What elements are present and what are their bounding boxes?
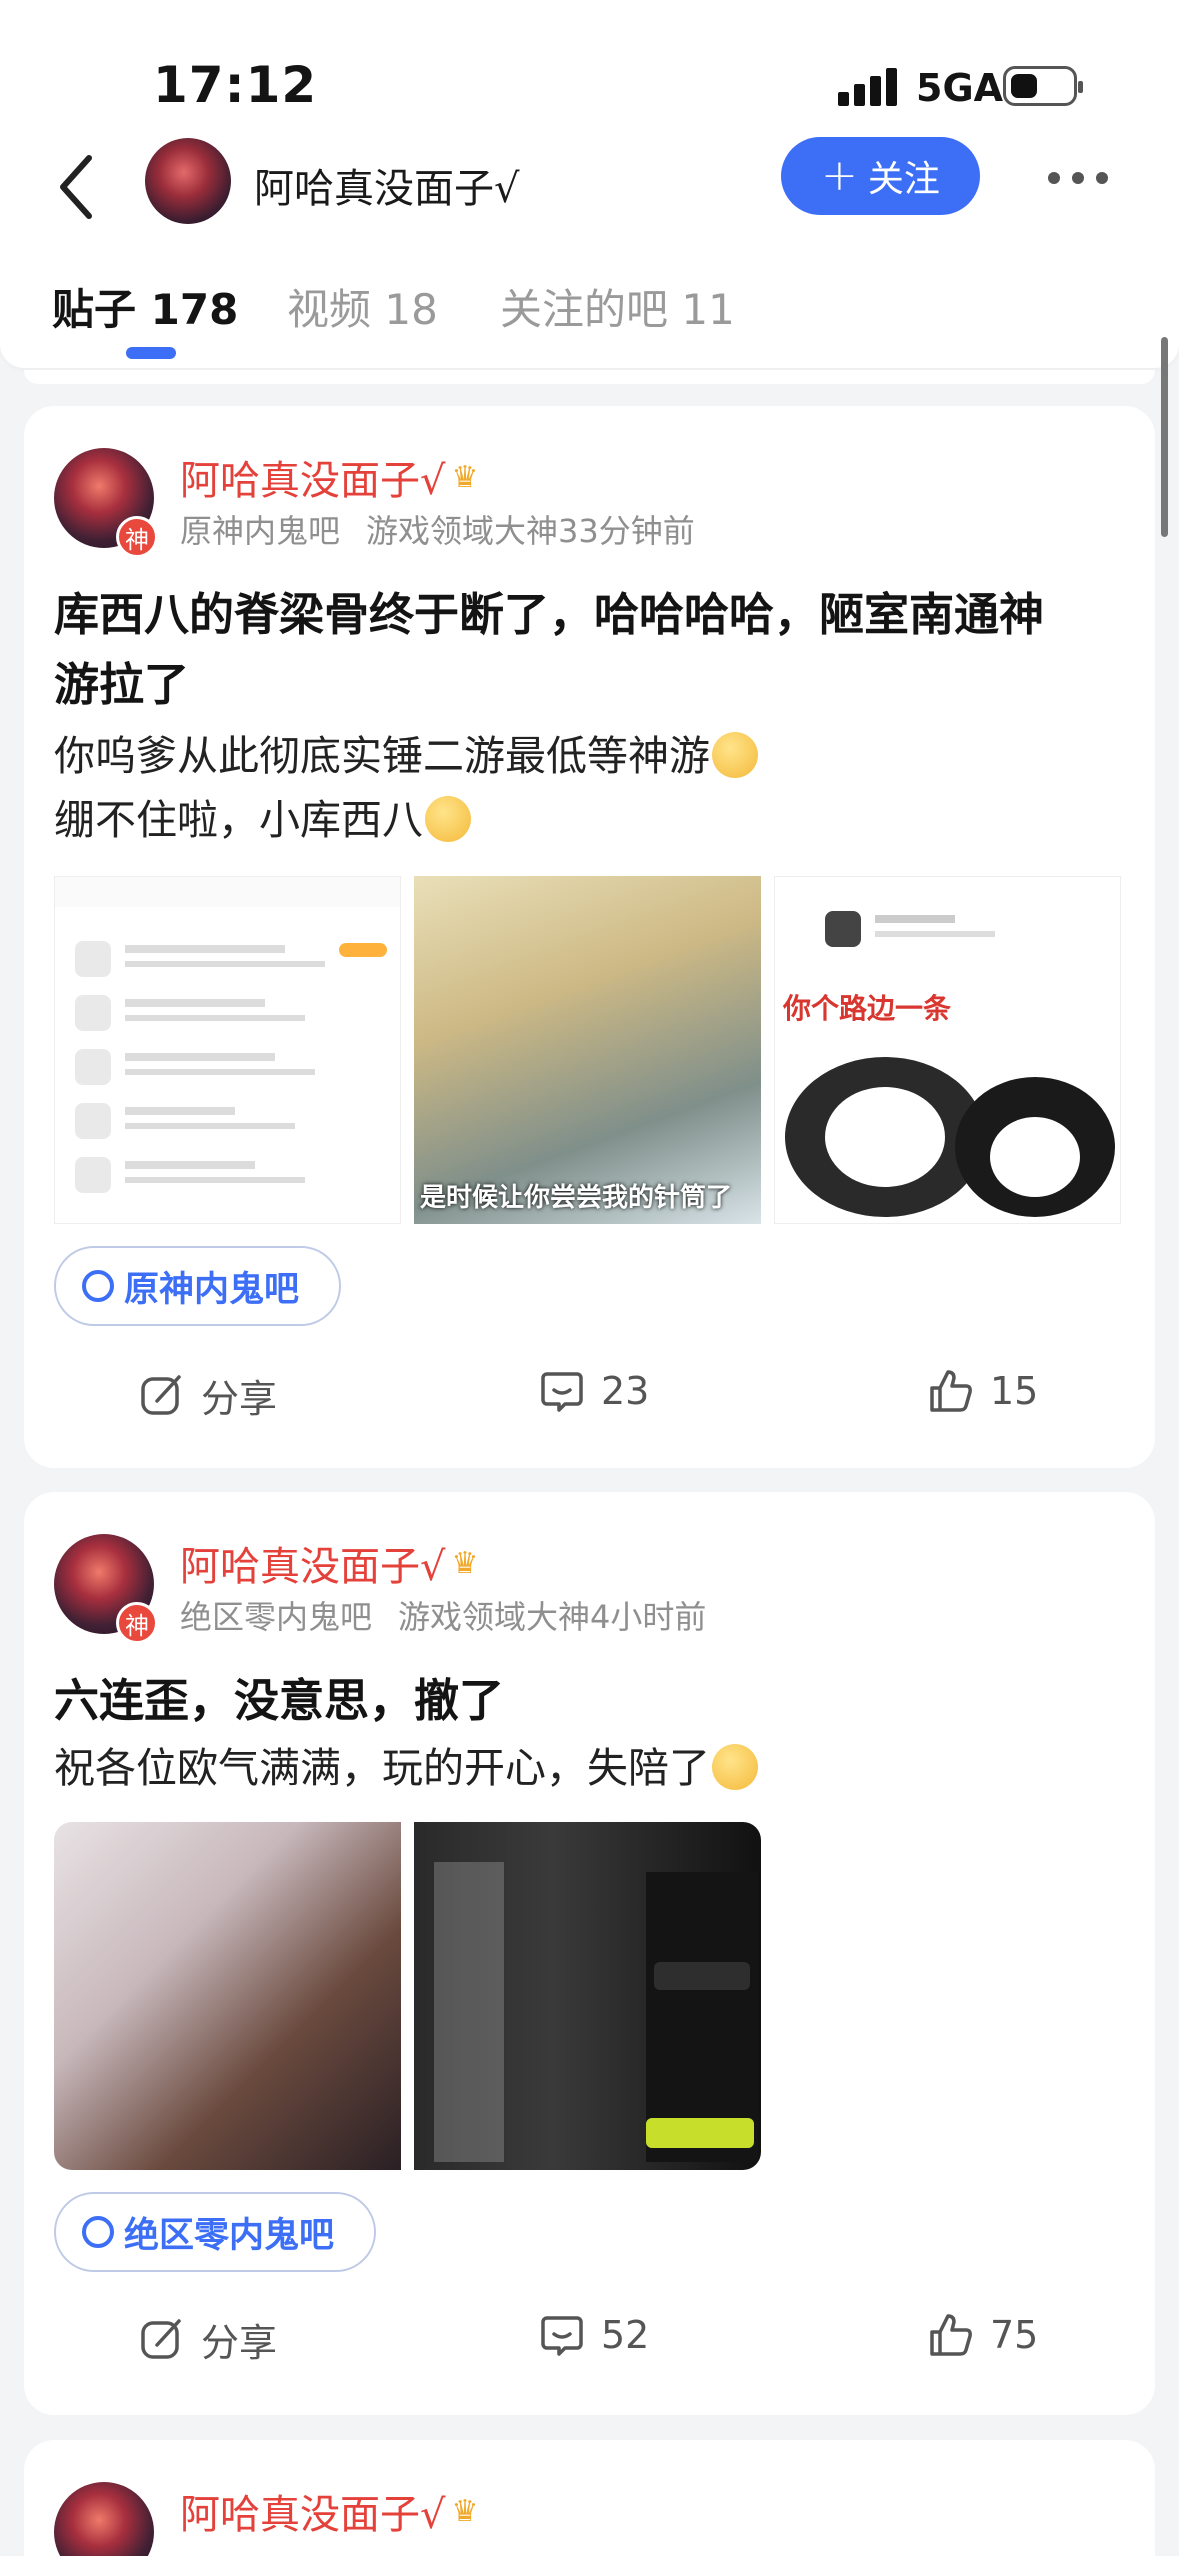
post-image[interactable]	[54, 876, 401, 1224]
emoji-icon	[712, 1744, 758, 1790]
profile-tabs: 贴子 178 视频 18 关注的吧 11	[0, 250, 1179, 368]
post-card[interactable]: 阿哈真没面子√ ♛	[24, 2440, 1155, 2556]
post-title: 库西八的脊梁骨终于断了，哈哈哈哈，陋室南通神 游拉了	[54, 588, 1045, 711]
share-button[interactable]: 分享	[139, 1368, 277, 1423]
follow-button[interactable]: + 关注	[781, 137, 980, 215]
post-actions: 分享 52 75	[24, 2312, 1155, 2372]
author-name[interactable]: 阿哈真没面子√ ♛	[180, 2482, 478, 2540]
divider	[24, 370, 1155, 384]
author-name[interactable]: 阿哈真没面子√ ♛	[180, 1534, 478, 1592]
forum-tag-button[interactable]: 原神内鬼吧	[54, 1246, 342, 1326]
post-images	[54, 1822, 761, 2170]
tab-posts[interactable]: 贴子 178	[52, 276, 238, 337]
crown-icon: ♛	[451, 1545, 479, 1581]
battery-icon	[1003, 66, 1083, 106]
forum-icon	[82, 1270, 114, 1302]
crown-icon: ♛	[451, 2493, 479, 2529]
post-card[interactable]: 神 阿哈真没面子√ ♛ 原神内鬼吧 游戏领域大神33分钟前 库西八的脊梁骨终于断了，…	[24, 406, 1155, 1468]
crown-icon: ♛	[451, 459, 479, 495]
thumbs-up-icon	[930, 1370, 972, 1412]
post-image[interactable]	[414, 1822, 761, 2170]
tab-videos[interactable]: 视频 18	[287, 276, 438, 337]
more-options-icon[interactable]	[1048, 172, 1108, 184]
author-avatar[interactable]	[54, 2482, 154, 2556]
active-tab-indicator	[126, 347, 176, 359]
emoji-icon	[712, 732, 758, 778]
tab-followed-forums[interactable]: 关注的吧 11	[500, 276, 735, 337]
post-images: 是时候让你尝尝我的针筒了 你个路边一条	[54, 876, 1121, 1224]
share-button[interactable]: 分享	[139, 2312, 277, 2367]
post-meta: 绝区零内鬼吧 游戏领域大神4小时前	[180, 1598, 707, 1636]
back-arrow-icon[interactable]	[55, 152, 95, 222]
god-badge: 神	[116, 1602, 158, 1644]
post-image[interactable]	[54, 1822, 401, 2170]
post-body: 你呜爹从此彻底实锤二游最低等神游 绷不住啦，小库西八	[54, 724, 758, 852]
emoji-icon	[425, 796, 471, 842]
status-bar: 17:12 5GA	[0, 0, 1179, 130]
profile-avatar[interactable]	[145, 138, 231, 224]
post-actions: 分享 23 15	[24, 1368, 1155, 1428]
signal-icon	[838, 66, 900, 106]
comment-button[interactable]: 23	[539, 1368, 649, 1414]
post-body: 祝各位欧气满满，玩的开心，失陪了	[54, 1736, 758, 1800]
forum-icon	[82, 2216, 114, 2248]
god-badge: 神	[116, 516, 158, 558]
like-button[interactable]: 15	[928, 1368, 1038, 1414]
post-image[interactable]: 是时候让你尝尝我的针筒了	[414, 876, 761, 1224]
post-title: 六连歪，没意思，撤了	[54, 1674, 505, 1727]
post-card[interactable]: 神 阿哈真没面子√ ♛ 绝区零内鬼吧 游戏领域大神4小时前 六连歪，没意思，撤了 祝…	[24, 1492, 1155, 2415]
share-icon	[141, 1374, 181, 1415]
plus-icon: +	[821, 150, 858, 201]
status-time: 17:12	[153, 56, 318, 114]
like-button[interactable]: 75	[928, 2312, 1038, 2358]
post-meta: 原神内鬼吧 游戏领域大神33分钟前	[180, 512, 695, 550]
comment-icon	[541, 1372, 583, 1412]
profile-name: 阿哈真没面子√	[254, 166, 520, 212]
forum-tag-button[interactable]: 绝区零内鬼吧	[54, 2192, 377, 2272]
thumbs-up-icon	[930, 2314, 972, 2356]
author-name[interactable]: 阿哈真没面子√ ♛	[180, 448, 478, 506]
comment-button[interactable]: 52	[539, 2312, 649, 2358]
post-image[interactable]: 你个路边一条	[774, 876, 1121, 1224]
scrollbar[interactable]	[1161, 337, 1168, 537]
network-type: 5GA	[916, 66, 1004, 110]
comment-icon	[541, 2316, 583, 2356]
share-icon	[141, 2318, 181, 2359]
